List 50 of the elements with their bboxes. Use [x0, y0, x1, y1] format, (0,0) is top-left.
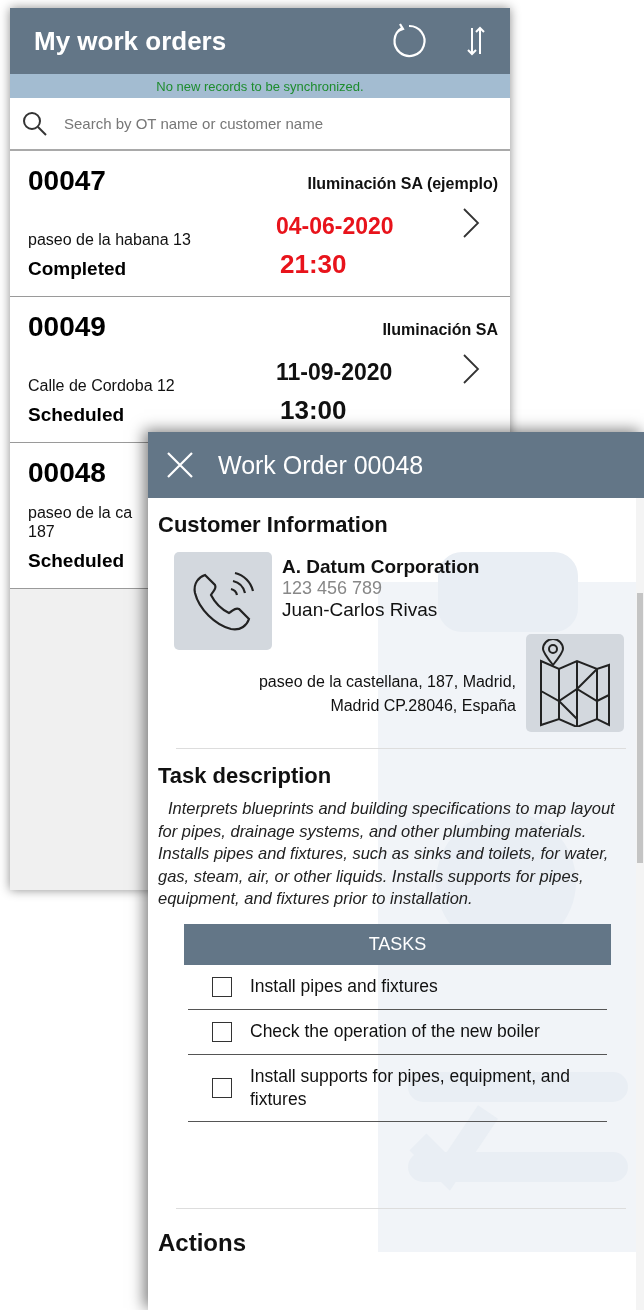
section-heading: Actions — [158, 1228, 247, 1257]
order-address: paseo de la habana 13 — [28, 230, 191, 249]
close-button[interactable] — [166, 451, 194, 479]
sync-message: No new records to be synchronized. — [10, 74, 510, 98]
close-icon — [166, 451, 194, 479]
task-description: Interprets blueprints and building specifications to map layout for pipes, drainage systems, and other plumbing materials. Installs pipes and fixtures, such as sinks and toilets, for water, gas, steam, air, or other liquids. Installs supports for pipes, equipment, and fixtures prior to installation. — [158, 798, 616, 909]
order-status: Completed — [28, 258, 127, 280]
order-number: 00048 — [28, 457, 106, 489]
task-checkbox[interactable] — [212, 1021, 232, 1042]
panel-title: Work Order 00048 — [218, 450, 424, 480]
tasks-header: TASKS — [184, 923, 611, 965]
work-order-row[interactable]: 00047 Iluminación SA (ejemplo) paseo de la habana 13 04-06-2020 Completed 21:30 — [10, 151, 510, 297]
order-address: Calle de Cordoba 12 — [28, 376, 175, 395]
order-date: 04-06-2020 — [276, 212, 394, 240]
contact-name: Juan-Carlos Rivas — [282, 599, 438, 621]
sort-button[interactable] — [466, 26, 486, 56]
section-heading: Customer Information — [158, 512, 389, 538]
chevron-right-icon — [461, 353, 481, 385]
scrollbar-thumb[interactable] — [637, 593, 643, 863]
screen-title: My work orders — [34, 25, 228, 57]
map-icon — [537, 639, 613, 727]
map-button[interactable] — [526, 634, 624, 732]
customer-name: Iluminación SA (ejemplo) — [307, 175, 498, 193]
call-button[interactable] — [174, 552, 272, 650]
work-order-row[interactable]: 00049 Iluminación SA Calle de Cordoba 12 11-09-2020 Scheduled 13:00 — [10, 297, 510, 443]
chevron-right-icon — [461, 207, 481, 239]
phone-number: 123 456 789 — [282, 578, 383, 599]
order-status: Scheduled — [28, 550, 125, 572]
order-number: 00047 — [28, 165, 106, 197]
section-heading: Task description — [158, 763, 333, 789]
task-checkbox[interactable] — [212, 976, 232, 997]
order-time: 21:30 — [280, 249, 347, 280]
task-label: Check the operation of the new boiler — [250, 1020, 540, 1043]
customer-name: A. Datum Corporation — [282, 556, 480, 578]
order-date: 11-09-2020 — [276, 358, 393, 386]
refresh-button[interactable] — [390, 22, 428, 60]
order-time: 13:00 — [280, 395, 347, 426]
task-checkbox[interactable] — [212, 1077, 232, 1098]
order-address: paseo de la ca 187 — [28, 503, 133, 541]
sort-icon — [466, 26, 486, 56]
customer-address: paseo de la castellana, 187, Madrid, Madrid CP.28046, España — [258, 672, 516, 716]
search-icon — [22, 110, 48, 137]
task-label: Install supports for pipes, equipment, and fixtures — [250, 1064, 572, 1111]
refresh-icon — [390, 22, 428, 60]
order-number: 00049 — [28, 311, 106, 343]
search-field[interactable]: Search by OT name or customer name — [10, 98, 510, 151]
customer-name: Iluminación SA — [382, 321, 498, 339]
task-label: Install pipes and fixtures — [250, 975, 438, 998]
search-input[interactable]: Search by OT name or customer name — [62, 114, 466, 133]
order-status: Scheduled — [28, 404, 125, 426]
